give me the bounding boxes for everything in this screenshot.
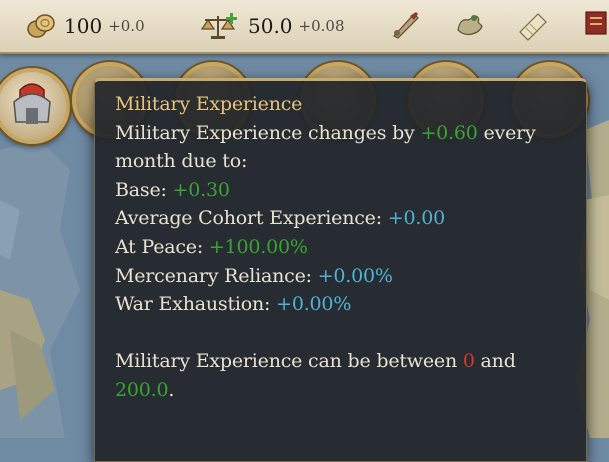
modifier-value: +0.00% [276, 293, 352, 316]
tooltip-body: Military Experience Military Experience … [115, 90, 575, 405]
modifier-row: War Exhaustion: +0.00% [115, 290, 575, 319]
wealth-delta: +0.0 [108, 17, 145, 35]
intro-text: Military Experience changes by [115, 121, 421, 144]
gold-coins-icon [27, 14, 55, 38]
tooltip-title: Military Experience [115, 93, 303, 115]
range-line-2: 200.0. [115, 376, 575, 405]
wealth-resource[interactable]: 100 +0.0 [26, 0, 145, 52]
stability-resource[interactable]: 50.0 +0.08 [200, 0, 345, 52]
modifier-row: Average Cohort Experience: +0.00 [115, 204, 575, 233]
range-text-and: and [474, 350, 516, 373]
quill-icon[interactable] [388, 8, 422, 42]
modifier-row: Mercenary Reliance: +0.00% [115, 262, 575, 291]
hand-icon[interactable] [452, 8, 486, 42]
modifier-value: +0.30 [172, 178, 230, 201]
tooltip-intro-line: Military Experience changes by +0.60 eve… [115, 119, 575, 148]
stability-value: 50.0 [248, 14, 293, 38]
wealth-value: 100 [64, 14, 103, 38]
modifier-row: Base: +0.30 [115, 176, 575, 205]
modifier-value: +0.00% [317, 264, 393, 287]
military-experience-tooltip: Military Experience Military Experience … [94, 78, 587, 462]
top-resource-bar: 100 +0.0 50.0 +0.08 [0, 0, 609, 54]
centurion-helmet-icon [13, 83, 51, 124]
range-min-value: 0 [462, 350, 475, 373]
modifier-label: War Exhaustion: [115, 293, 277, 316]
modifier-row: At Peace: +100.00% [115, 233, 575, 262]
monthly-change-value: +0.60 [420, 121, 478, 144]
intro-text-end: every [477, 121, 536, 144]
modifier-value: +0.00 [387, 207, 445, 230]
modifier-value: +100.00% [208, 235, 308, 258]
tooltip-intro-line-2: month due to: [115, 150, 248, 173]
modifier-label: Mercenary Reliance: [115, 264, 318, 287]
scroll-icon[interactable] [516, 8, 550, 42]
modifier-label: Average Cohort Experience: [115, 207, 388, 230]
scales-plus-icon [200, 13, 237, 39]
range-line: Military Experience can be between 0 and [115, 347, 575, 376]
range-text: Military Experience can be between [115, 350, 463, 373]
modifier-label: Base: [115, 178, 173, 201]
ruler-portrait[interactable] [0, 68, 70, 144]
range-period: . [168, 378, 175, 401]
stability-delta: +0.08 [298, 17, 345, 35]
war-banner-icon[interactable] [582, 8, 609, 42]
modifier-label: At Peace: [115, 235, 209, 258]
range-max-value: 200.0 [115, 378, 169, 401]
